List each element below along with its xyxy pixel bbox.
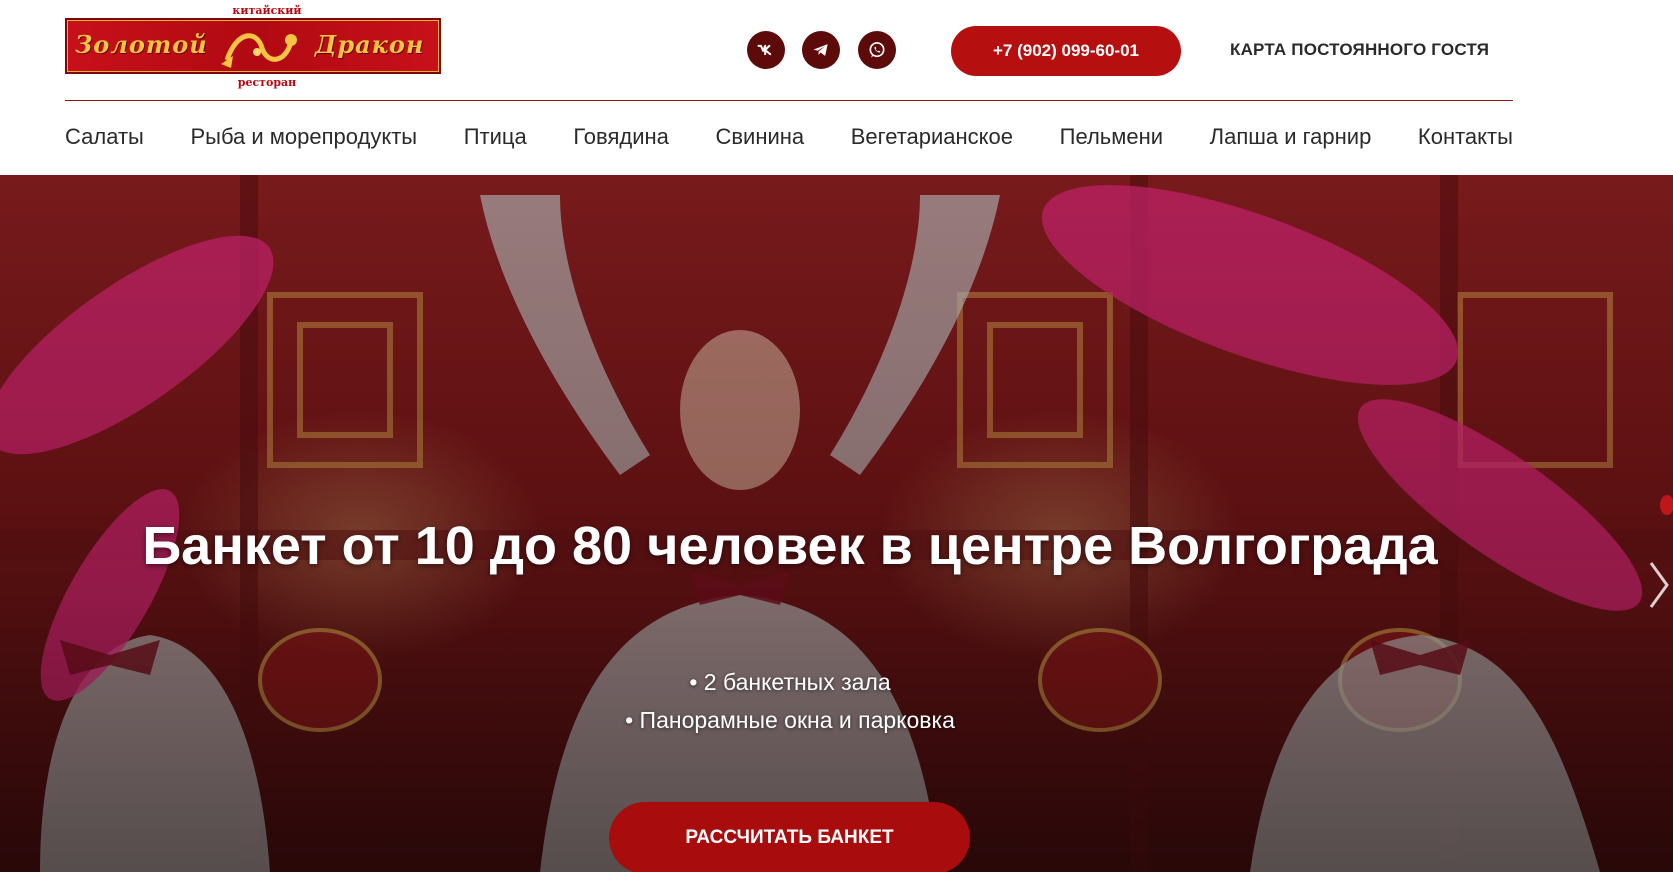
logo-word-right: Дракон bbox=[315, 30, 425, 59]
whatsapp-icon bbox=[869, 42, 885, 58]
main-nav: Салаты Рыба и морепродукты Птица Говядин… bbox=[65, 124, 1513, 150]
restaurant-logo[interactable]: китайский Золотой Дракон ресторан bbox=[65, 4, 441, 89]
whatsapp-link[interactable] bbox=[858, 31, 896, 69]
vk-icon bbox=[757, 44, 772, 56]
slider-indicator[interactable] bbox=[1660, 495, 1673, 515]
hero-feature-item: • Панорамные окна и парковка bbox=[625, 707, 955, 733]
telegram-icon bbox=[813, 44, 828, 56]
hero-features: • 2 банкетных зала • Панорамные окна и п… bbox=[0, 663, 1580, 739]
telegram-link[interactable] bbox=[802, 31, 840, 69]
calculate-banquet-button[interactable]: РАССЧИТАТЬ БАНКЕТ bbox=[609, 802, 970, 872]
loyalty-card-link[interactable]: КАРТА ПОСТОЯННОГО ГОСТЯ bbox=[1230, 40, 1489, 60]
nav-item-contacts[interactable]: Контакты bbox=[1418, 124, 1513, 150]
site-header: китайский Золотой Дракон ресторан +7 (90… bbox=[0, 0, 1673, 175]
nav-item-dumplings[interactable]: Пельмени bbox=[1060, 124, 1163, 150]
hero-feature-item: • 2 банкетных зала bbox=[689, 669, 891, 695]
dragon-icon bbox=[221, 33, 297, 68]
vk-link[interactable] bbox=[747, 31, 785, 69]
logo-word-left: Золотой bbox=[75, 30, 208, 59]
nav-item-salads[interactable]: Салаты bbox=[65, 124, 144, 150]
logo-arc-top-text: китайский bbox=[232, 4, 302, 17]
logo-arc-bottom-text: ресторан bbox=[237, 76, 297, 89]
nav-item-fish[interactable]: Рыба и морепродукты bbox=[190, 124, 417, 150]
nav-item-poultry[interactable]: Птица bbox=[464, 124, 527, 150]
phone-button[interactable]: +7 (902) 099-60-01 bbox=[951, 26, 1181, 76]
hero-banner: Банкет от 10 до 80 человек в центре Волг… bbox=[0, 175, 1673, 872]
nav-item-noodles[interactable]: Лапша и гарнир bbox=[1210, 124, 1372, 150]
nav-item-pork[interactable]: Свинина bbox=[715, 124, 804, 150]
nav-item-vegetarian[interactable]: Вегетарианское bbox=[851, 124, 1013, 150]
header-divider bbox=[65, 100, 1513, 101]
nav-item-beef[interactable]: Говядина bbox=[573, 124, 669, 150]
hero-title: Банкет от 10 до 80 человек в центре Волг… bbox=[142, 516, 1438, 576]
chevron-right-icon[interactable] bbox=[1645, 555, 1673, 615]
